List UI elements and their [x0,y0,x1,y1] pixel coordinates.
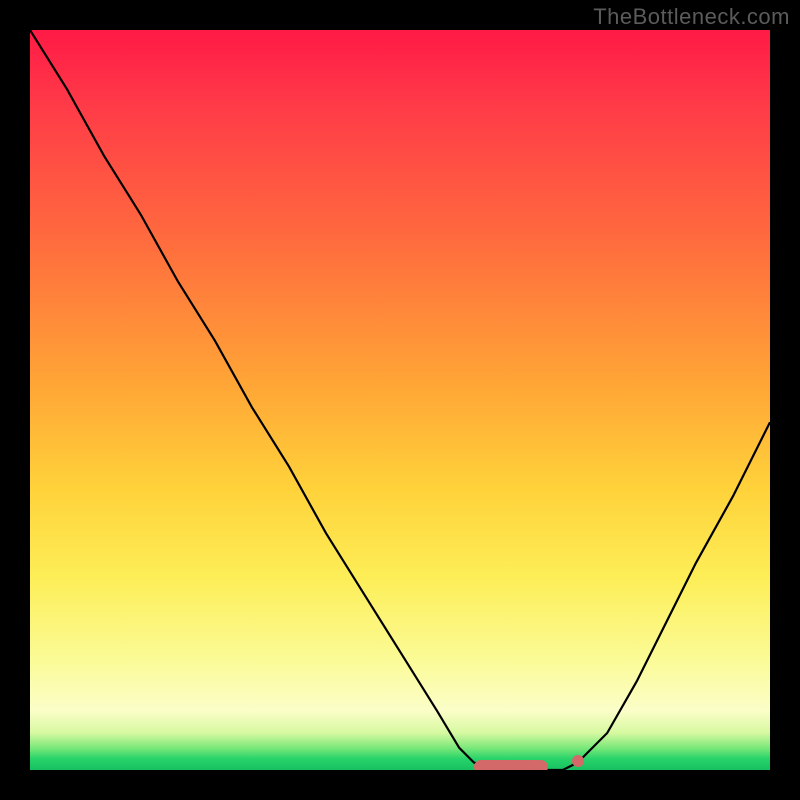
optimal-point-marker [572,755,584,767]
curve-path [30,30,770,770]
plot-area [30,30,770,770]
optimal-range-marker [474,760,548,770]
bottleneck-curve [30,30,770,770]
watermark-text: TheBottleneck.com [593,4,790,30]
chart-frame: TheBottleneck.com [0,0,800,800]
